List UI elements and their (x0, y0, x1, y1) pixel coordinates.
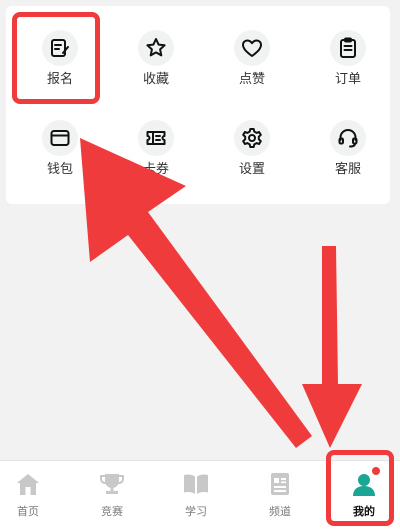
grid-item-coupons[interactable]: 卡券 (116, 110, 196, 186)
tab-mine[interactable]: 我的 (324, 461, 400, 529)
features-card: 报名 收藏 点赞 订单 钱包 卡券 设置 客服 (6, 6, 390, 204)
grid-item-label: 点赞 (238, 72, 265, 87)
grid-item-label: 报名 (46, 72, 73, 87)
headset-icon (330, 120, 366, 156)
grid-item-likes[interactable]: 点赞 (212, 20, 292, 96)
arrow-down (302, 246, 362, 448)
wallet-icon (42, 120, 78, 156)
grid-item-label: 卡券 (142, 162, 169, 177)
trophy-icon (99, 474, 125, 494)
book-icon (184, 474, 208, 494)
grid-item-favorites[interactable]: 收藏 (116, 20, 196, 96)
tab-label: 频道 (269, 505, 291, 518)
clipboard-icon (330, 30, 366, 66)
grid-item-label: 收藏 (142, 72, 169, 87)
ticket-icon (138, 120, 174, 156)
tab-label: 首页 (17, 505, 39, 518)
notification-dot (372, 467, 380, 475)
tab-home[interactable]: 首页 (0, 461, 68, 529)
tab-competition[interactable]: 竞赛 (72, 461, 152, 529)
grid-item-wallet[interactable]: 钱包 (20, 110, 100, 186)
signup-icon (42, 30, 78, 66)
grid-item-orders[interactable]: 订单 (308, 20, 388, 96)
grid-item-label: 订单 (334, 72, 361, 87)
tab-channel[interactable]: 频道 (240, 461, 320, 529)
grid-item-label: 钱包 (46, 162, 73, 177)
tab-label: 我的 (353, 505, 375, 518)
grid-item-label: 设置 (238, 162, 265, 177)
tab-study[interactable]: 学习 (156, 461, 236, 529)
grid-item-signup[interactable]: 报名 (20, 20, 100, 96)
home-icon (17, 474, 39, 495)
tab-label: 竞赛 (101, 505, 123, 518)
bottom-tab-bar: 首页 竞赛 学习 频道 我的 (0, 460, 400, 529)
channel-icon (271, 473, 289, 495)
tab-label: 学习 (185, 505, 207, 518)
heart-icon (234, 30, 270, 66)
star-icon (138, 30, 174, 66)
gear-icon (234, 120, 270, 156)
grid-item-customer-service[interactable]: 客服 (308, 110, 388, 186)
grid-item-label: 客服 (334, 162, 361, 177)
grid-item-settings[interactable]: 设置 (212, 110, 292, 186)
